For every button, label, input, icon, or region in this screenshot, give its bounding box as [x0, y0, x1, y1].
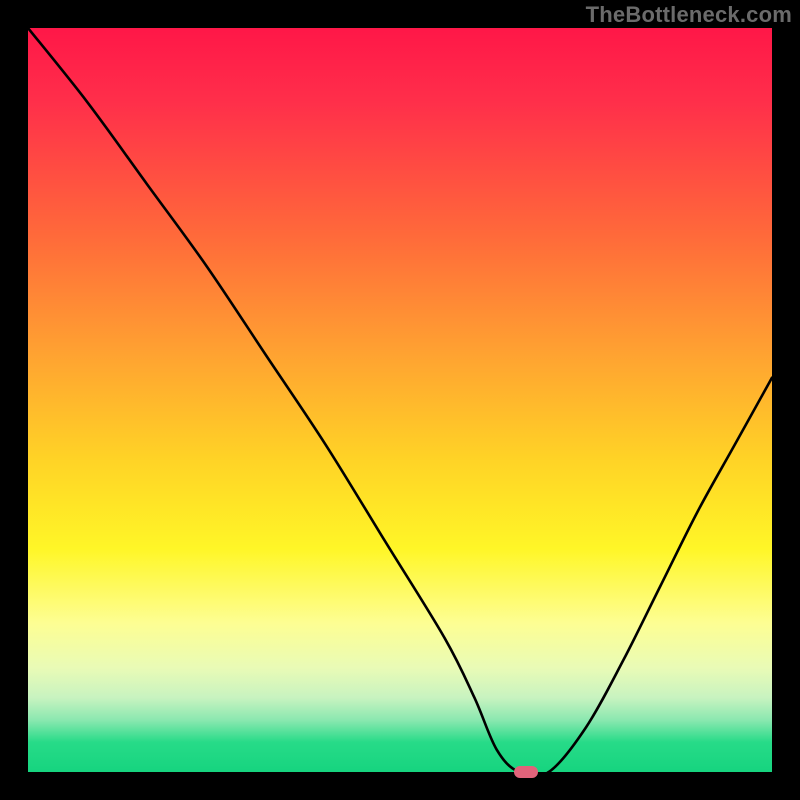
watermark-text: TheBottleneck.com [586, 2, 792, 28]
optimum-marker [514, 766, 538, 778]
bottleneck-curve-path [28, 28, 772, 772]
curve-svg [28, 28, 772, 772]
plot-area [28, 28, 772, 772]
chart-frame: TheBottleneck.com [0, 0, 800, 800]
